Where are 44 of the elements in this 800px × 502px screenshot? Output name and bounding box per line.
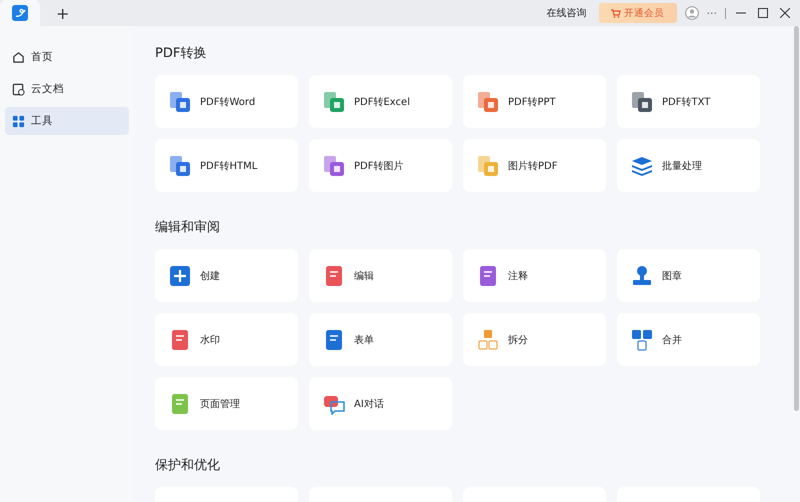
tool-card[interactable]: 图章 bbox=[617, 249, 760, 302]
section-title: 保护和优化 bbox=[155, 457, 221, 474]
sidebar-item[interactable]: 首页 bbox=[5, 43, 129, 71]
home-icon bbox=[12, 50, 25, 64]
tool-card[interactable]: 创建 bbox=[155, 249, 298, 302]
app-tab[interactable] bbox=[0, 0, 40, 26]
tool-card[interactable]: 注释 bbox=[463, 249, 606, 302]
plus-icon bbox=[169, 264, 191, 286]
consult-link[interactable]: 在线咨询 bbox=[542, 6, 590, 20]
section-title: PDF转换 bbox=[155, 45, 208, 62]
merge-icon bbox=[631, 328, 653, 350]
section-title: 编辑和审阅 bbox=[155, 219, 221, 236]
tool-card[interactable]: 合并 bbox=[617, 313, 760, 366]
tool-card[interactable]: 页面管理 bbox=[155, 377, 298, 430]
app-logo-icon bbox=[12, 5, 28, 21]
tool-card[interactable]: 编辑 bbox=[309, 249, 452, 302]
avatar-icon[interactable] bbox=[684, 6, 698, 20]
tool-card[interactable]: 拆分 bbox=[463, 313, 606, 366]
grid-icon bbox=[12, 114, 25, 128]
more-button[interactable]: ··· bbox=[706, 6, 717, 20]
close-icon bbox=[780, 8, 790, 18]
scrollbar-thumb[interactable] bbox=[794, 26, 799, 411]
tool-card[interactable]: PDF转Word bbox=[155, 75, 298, 128]
sidebar-item[interactable]: 云文档 bbox=[5, 75, 129, 103]
tool-card[interactable]: 表单 bbox=[309, 313, 452, 366]
maximize-button[interactable] bbox=[756, 6, 770, 20]
cart-icon bbox=[611, 8, 621, 18]
tool-card[interactable]: PDF转Excel bbox=[309, 75, 452, 128]
stamp-icon bbox=[631, 264, 653, 286]
split-icon bbox=[477, 328, 499, 350]
tool-card[interactable]: 图片转PDF bbox=[463, 139, 606, 192]
sidebar-item[interactable]: 工具 bbox=[5, 107, 129, 135]
new-tab-button[interactable]: + bbox=[50, 4, 76, 22]
form-icon bbox=[323, 328, 345, 350]
tool-card[interactable]: 批量处理 bbox=[617, 139, 760, 192]
tool-card[interactable]: PDF转TXT bbox=[617, 75, 760, 128]
tool-card[interactable]: 水印 bbox=[155, 313, 298, 366]
tool-card[interactable]: PDF转HTML bbox=[155, 139, 298, 192]
maximize-icon bbox=[758, 8, 768, 18]
tool-card[interactable]: PDF转图片 bbox=[309, 139, 452, 192]
tool-card[interactable]: AI对话 bbox=[309, 377, 452, 430]
tool-card[interactable]: PDF转PPT bbox=[463, 75, 606, 128]
close-button[interactable] bbox=[778, 6, 792, 20]
stack-icon bbox=[631, 156, 653, 176]
